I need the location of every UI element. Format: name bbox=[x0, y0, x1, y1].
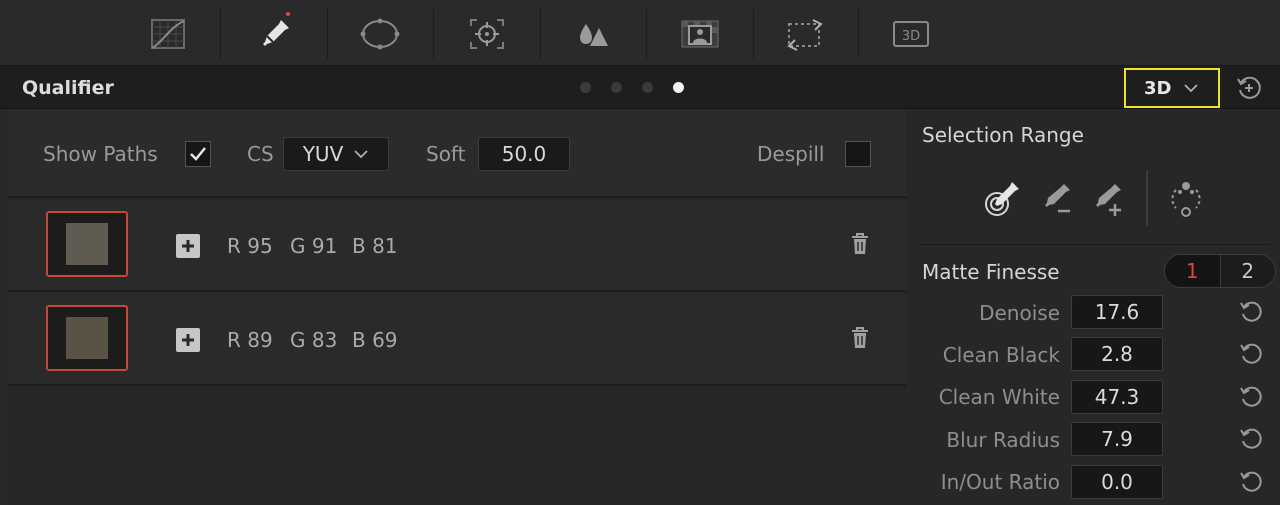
panel-title: Qualifier bbox=[22, 77, 114, 99]
sizing-icon[interactable] bbox=[780, 12, 830, 56]
qualifier-main-panel: Show Paths CS YUV Soft 50.0 Despill R 95… bbox=[8, 110, 906, 505]
window-icon[interactable] bbox=[355, 12, 405, 56]
picker-minus-icon bbox=[1045, 184, 1070, 213]
despill-checkbox[interactable] bbox=[845, 141, 871, 167]
3d-icon[interactable]: 3D bbox=[886, 12, 936, 56]
add-swatch-button[interactable] bbox=[176, 328, 200, 352]
reset-all-icon[interactable] bbox=[1236, 75, 1262, 101]
3d-icon-label: 3D bbox=[902, 29, 920, 44]
tracker-icon[interactable] bbox=[462, 12, 512, 56]
chevron-down-icon bbox=[354, 150, 368, 159]
show-paths-label: Show Paths bbox=[43, 142, 158, 166]
page-dots bbox=[580, 82, 684, 93]
swatch-b-value: B 81 bbox=[352, 234, 398, 258]
swatch-r-value: R 95 bbox=[227, 234, 273, 258]
feather-picker-icon bbox=[1171, 182, 1201, 217]
curves-icon[interactable] bbox=[143, 12, 193, 56]
checkmark-icon bbox=[190, 147, 206, 161]
selection-range-title: Selection Range bbox=[922, 123, 1084, 147]
clean-white-label: Clean White bbox=[938, 385, 1060, 409]
color-swatch bbox=[66, 317, 108, 359]
picker-tool-button[interactable] bbox=[982, 176, 1022, 220]
swatch-b-value: B 69 bbox=[352, 328, 398, 352]
trash-icon[interactable] bbox=[850, 232, 870, 256]
qualifier-mode-dropdown[interactable]: 3D bbox=[1124, 68, 1220, 108]
cs-label: CS bbox=[247, 142, 274, 166]
picker-minus-button[interactable] bbox=[1036, 176, 1076, 220]
qualifier-side-panel: Selection Range Matte Finesse 1 2 Denois… bbox=[908, 110, 1280, 505]
swatch-row: R 95 G 91 B 81 bbox=[8, 200, 906, 292]
in-out-ratio-label: In/Out Ratio bbox=[940, 470, 1060, 494]
reset-icon[interactable] bbox=[1238, 426, 1264, 452]
clean-black-input[interactable]: 2.8 bbox=[1071, 337, 1163, 371]
clean-black-label: Clean Black bbox=[942, 343, 1060, 367]
qualifier-header: Qualifier 3D bbox=[0, 66, 1280, 109]
in-out-ratio-input[interactable]: 0.0 bbox=[1071, 465, 1163, 499]
blur-radius-input[interactable]: 7.9 bbox=[1071, 422, 1163, 456]
soft-input[interactable]: 50.0 bbox=[478, 137, 570, 171]
swatch-row: R 89 G 83 B 69 bbox=[8, 294, 906, 386]
swatch-r-value: R 89 bbox=[227, 328, 273, 352]
trash-icon[interactable] bbox=[850, 326, 870, 350]
blur-radius-label: Blur Radius bbox=[946, 428, 1060, 452]
qualifier-controls: Show Paths CS YUV Soft 50.0 Despill bbox=[8, 110, 906, 198]
denoise-input[interactable]: 17.6 bbox=[1071, 295, 1163, 329]
picker-target-icon bbox=[985, 182, 1019, 216]
plus-icon bbox=[182, 240, 194, 252]
palette-toolbar: 3D bbox=[0, 0, 1280, 66]
matte-tab-2[interactable]: 2 bbox=[1221, 255, 1276, 287]
matte-finesse-tabs: 1 2 bbox=[1164, 254, 1276, 288]
soft-label: Soft bbox=[426, 142, 466, 166]
swatch-g-value: G 91 bbox=[290, 234, 338, 258]
page-dot-4[interactable] bbox=[673, 82, 684, 93]
reset-icon[interactable] bbox=[1238, 299, 1264, 325]
reset-icon[interactable] bbox=[1238, 384, 1264, 410]
color-swatch bbox=[66, 223, 108, 265]
picker-plus-icon bbox=[1096, 184, 1121, 216]
despill-label: Despill bbox=[757, 142, 825, 166]
plus-icon bbox=[182, 334, 194, 346]
color-space-value: YUV bbox=[302, 142, 344, 166]
reset-icon[interactable] bbox=[1238, 341, 1264, 367]
matte-tab-1[interactable]: 1 bbox=[1165, 255, 1220, 287]
page-dot-1[interactable] bbox=[580, 82, 591, 93]
feather-picker-button[interactable] bbox=[1166, 176, 1206, 220]
denoise-label: Denoise bbox=[979, 301, 1060, 325]
picker-plus-button[interactable] bbox=[1087, 176, 1127, 220]
color-swatch-frame[interactable] bbox=[46, 305, 128, 371]
blur-icon[interactable] bbox=[567, 12, 617, 56]
qualifier-mode-label: 3D bbox=[1144, 77, 1172, 99]
qualifier-eyedropper-icon[interactable] bbox=[250, 12, 300, 56]
color-swatch-frame[interactable] bbox=[46, 211, 128, 277]
page-dot-3[interactable] bbox=[642, 82, 653, 93]
color-space-dropdown[interactable]: YUV bbox=[283, 137, 389, 171]
matte-finesse-title: Matte Finesse bbox=[922, 260, 1060, 284]
show-paths-checkbox[interactable] bbox=[185, 141, 211, 167]
key-icon[interactable] bbox=[675, 12, 725, 56]
swatch-g-value: G 83 bbox=[290, 328, 338, 352]
chevron-down-icon bbox=[1184, 84, 1199, 93]
reset-icon[interactable] bbox=[1238, 469, 1264, 495]
page-dot-2[interactable] bbox=[611, 82, 622, 93]
clean-white-input[interactable]: 47.3 bbox=[1071, 380, 1163, 414]
add-swatch-button[interactable] bbox=[176, 234, 200, 258]
